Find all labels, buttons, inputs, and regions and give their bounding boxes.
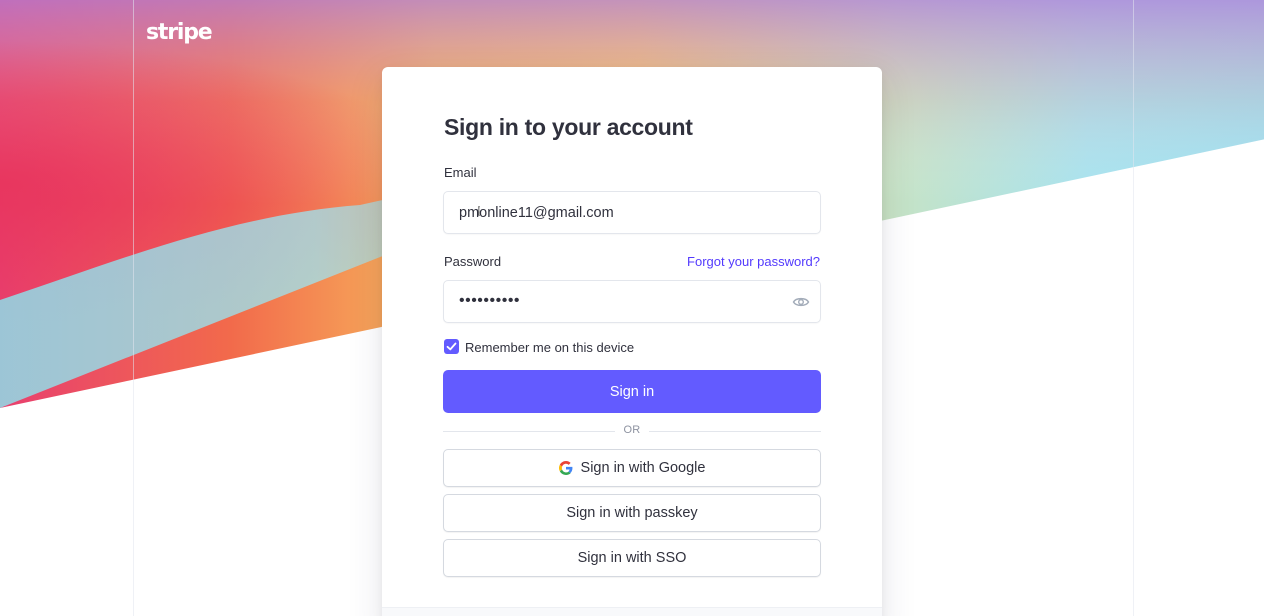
google-icon bbox=[558, 461, 573, 475]
remember-me-checkbox[interactable] bbox=[444, 339, 459, 354]
page: stripe Sign in to your account Email pmo… bbox=[0, 0, 1280, 616]
text-cursor-icon bbox=[478, 206, 480, 216]
guide-line bbox=[133, 0, 134, 616]
email-field[interactable]: pmonline11@gmail.com bbox=[443, 191, 821, 234]
stripe-logo[interactable]: stripe bbox=[146, 20, 213, 45]
page-title: Sign in to your account bbox=[444, 114, 693, 140]
password-label: Password bbox=[444, 254, 502, 269]
passkey-sign-in-button[interactable]: Sign in with passkey bbox=[443, 494, 821, 532]
sign-in-card: Sign in to your account Email pmonline11… bbox=[382, 67, 882, 616]
card-footer bbox=[382, 607, 882, 616]
google-sign-in-button[interactable]: Sign in with Google bbox=[443, 449, 821, 487]
checkmark-icon bbox=[446, 342, 457, 351]
eye-icon[interactable] bbox=[792, 294, 810, 310]
remember-me-label[interactable]: Remember me on this device bbox=[465, 340, 634, 355]
divider-or: OR bbox=[623, 424, 641, 436]
password-field[interactable]: •••••••••• bbox=[443, 280, 821, 323]
passkey-sign-in-label: Sign in with passkey bbox=[566, 505, 698, 521]
divider-line-right bbox=[649, 431, 821, 432]
sso-sign-in-label: Sign in with SSO bbox=[577, 550, 687, 566]
password-value: •••••••••• bbox=[459, 292, 521, 309]
sign-in-button[interactable]: Sign in bbox=[443, 370, 821, 413]
guide-line bbox=[1133, 0, 1134, 616]
email-label: Email bbox=[444, 165, 477, 180]
window-edge bbox=[1264, 0, 1280, 616]
sso-sign-in-button[interactable]: Sign in with SSO bbox=[443, 539, 821, 577]
email-value: pmonline11@gmail.com bbox=[459, 205, 614, 221]
forgot-password-link[interactable]: Forgot your password? bbox=[687, 254, 820, 269]
google-sign-in-label: Sign in with Google bbox=[580, 460, 706, 476]
